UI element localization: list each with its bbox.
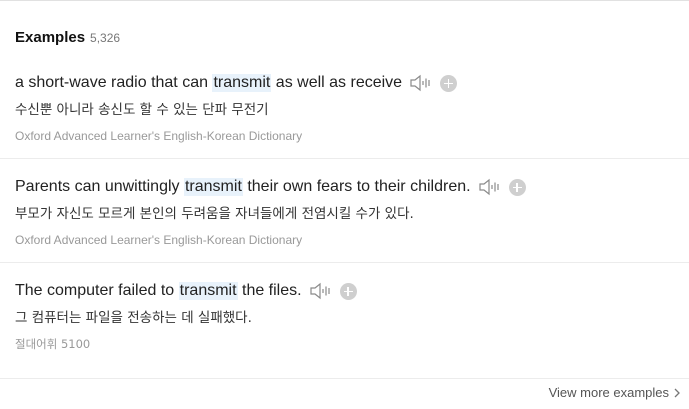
highlighted-word[interactable]: transmit <box>183 178 243 196</box>
korean-translation: 그 컴퓨터는 파일을 전송하는 데 실패했다. <box>15 310 252 326</box>
divider <box>0 378 689 379</box>
sentence-prefix: a short-wave radio that can <box>15 74 213 91</box>
example-sentence: a short-wave radio that can transmit as … <box>15 71 689 95</box>
divider <box>0 262 689 263</box>
korean-translation: 부모가 자신도 모르게 본인의 두려움을 자녀들에게 전염시킬 수가 있다. <box>15 206 414 222</box>
example-item: Parents can unwittingly transmit their o… <box>15 175 689 248</box>
divider <box>0 158 689 159</box>
highlighted-word[interactable]: transmit <box>212 74 272 92</box>
example-source[interactable]: 절대어휘 5100 <box>15 336 689 352</box>
speaker-icon[interactable] <box>309 281 333 301</box>
top-border <box>0 0 689 1</box>
sentence-suffix: their own fears to their children. <box>242 178 471 195</box>
example-item: a short-wave radio that can transmit as … <box>15 71 689 144</box>
chevron-right-icon <box>673 387 681 399</box>
example-source[interactable]: Oxford Advanced Learner's English-Korean… <box>15 232 689 248</box>
sentence-prefix: The computer failed to <box>15 282 179 299</box>
section-title: Examples <box>15 29 86 46</box>
add-to-wordbook-plus-icon[interactable] <box>508 178 526 196</box>
sentence-suffix: as well as receive <box>271 74 403 91</box>
example-sentence: The computer failed to transmit the file… <box>15 279 689 303</box>
example-source[interactable]: Oxford Advanced Learner's English-Korean… <box>15 128 689 144</box>
speaker-icon[interactable] <box>478 177 502 197</box>
example-sentence: Parents can unwittingly transmit their o… <box>15 175 689 199</box>
korean-translation: 수신뿐 아니라 송신도 할 수 있는 단파 무전기 <box>15 102 269 118</box>
add-to-wordbook-plus-icon[interactable] <box>440 74 458 92</box>
example-item: The computer failed to transmit the file… <box>15 279 689 352</box>
examples-header: Examples 5,326 <box>15 29 120 46</box>
view-more-examples-link[interactable]: View more examples <box>549 385 681 400</box>
add-to-wordbook-plus-icon[interactable] <box>339 282 357 300</box>
speaker-icon[interactable] <box>409 73 433 93</box>
sentence-suffix: the files. <box>237 282 302 299</box>
sentence-prefix: Parents can unwittingly <box>15 178 184 195</box>
examples-count: 5,326 <box>90 31 121 45</box>
highlighted-word[interactable]: transmit <box>178 282 238 300</box>
view-more-label[interactable]: View more examples <box>549 385 669 400</box>
